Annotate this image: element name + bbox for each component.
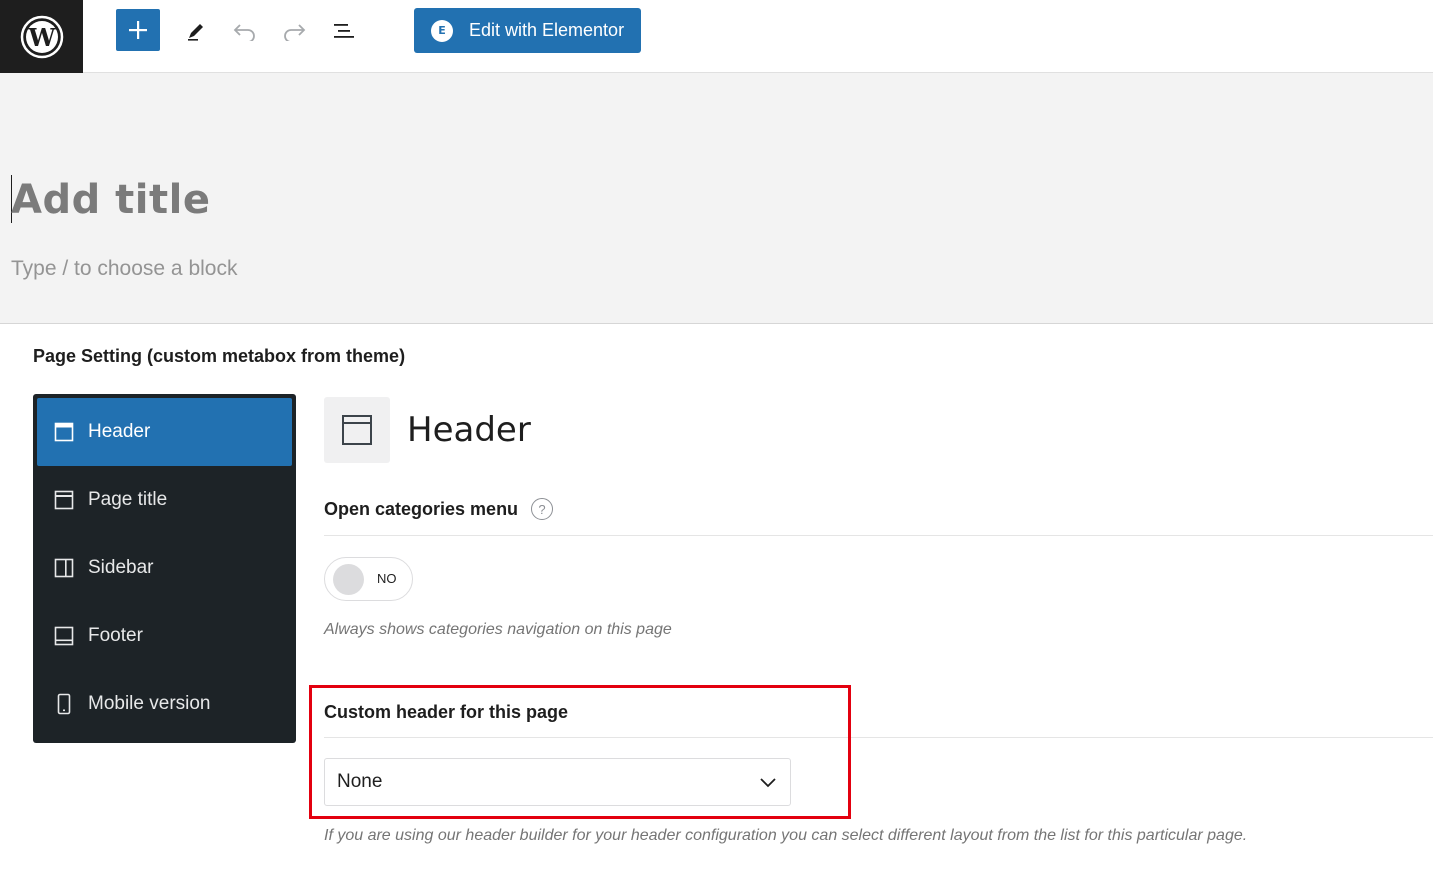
nav-item-label: Footer xyxy=(88,625,143,646)
open-categories-description: Always shows categories navigation on th… xyxy=(324,621,672,638)
plus-icon xyxy=(129,21,147,39)
metabox-sidebar-nav: Header Page title Sidebar Footer Mobile … xyxy=(33,394,296,743)
header-layout-icon xyxy=(53,421,75,443)
footer-icon xyxy=(53,625,75,647)
redo-icon xyxy=(284,24,306,41)
pen-icon xyxy=(188,24,203,41)
block-appender[interactable]: Type / to choose a block xyxy=(11,257,237,281)
help-icon[interactable]: ? xyxy=(531,498,553,520)
nav-item-page-title[interactable]: Page title xyxy=(37,466,292,534)
nav-item-label: Page title xyxy=(88,489,168,510)
highlight-annotation xyxy=(309,685,851,819)
edit-with-elementor-button[interactable]: E Edit with Elementor xyxy=(414,8,641,53)
nav-item-header[interactable]: Header xyxy=(37,398,292,466)
undo-icon xyxy=(233,24,255,41)
tools-button[interactable] xyxy=(179,14,213,48)
redo-button[interactable] xyxy=(277,14,311,48)
nav-item-sidebar[interactable]: Sidebar xyxy=(37,534,292,602)
section-title: Header xyxy=(407,410,531,450)
editor-canvas: Add title Type / to choose a block xyxy=(0,73,1433,324)
nav-item-footer[interactable]: Footer xyxy=(37,602,292,670)
nav-item-label: Header xyxy=(88,421,151,442)
wordpress-icon[interactable]: W xyxy=(0,0,83,73)
elementor-button-label: Edit with Elementor xyxy=(469,20,625,40)
toggle-state-label: NO xyxy=(377,571,397,586)
post-title-input[interactable]: Add title xyxy=(11,177,210,223)
page-title-icon xyxy=(53,489,75,511)
nav-item-mobile-version[interactable]: Mobile version xyxy=(37,670,292,738)
svg-text:W: W xyxy=(27,23,56,52)
metabox-title: Page Setting (custom metabox from theme) xyxy=(33,346,406,366)
custom-header-description: If you are using our header builder for … xyxy=(324,827,1248,844)
nav-item-label: Sidebar xyxy=(88,557,154,578)
list-view-icon xyxy=(334,24,354,38)
toggle-knob xyxy=(333,564,364,595)
editor-toolbar: W E Edit with Elementor xyxy=(0,0,1433,73)
sidebar-icon xyxy=(53,557,75,579)
undo-button[interactable] xyxy=(228,14,262,48)
open-categories-toggle[interactable]: NO xyxy=(324,557,413,601)
open-categories-label: Open categories menu xyxy=(324,499,519,519)
list-view-button[interactable] xyxy=(327,14,361,48)
mobile-icon xyxy=(53,693,75,715)
header-layout-icon xyxy=(324,397,390,463)
section-header: Header xyxy=(324,397,531,463)
elementor-icon: E xyxy=(431,19,453,42)
divider xyxy=(324,535,1433,536)
add-block-button[interactable] xyxy=(116,9,160,51)
nav-item-label: Mobile version xyxy=(88,693,211,714)
